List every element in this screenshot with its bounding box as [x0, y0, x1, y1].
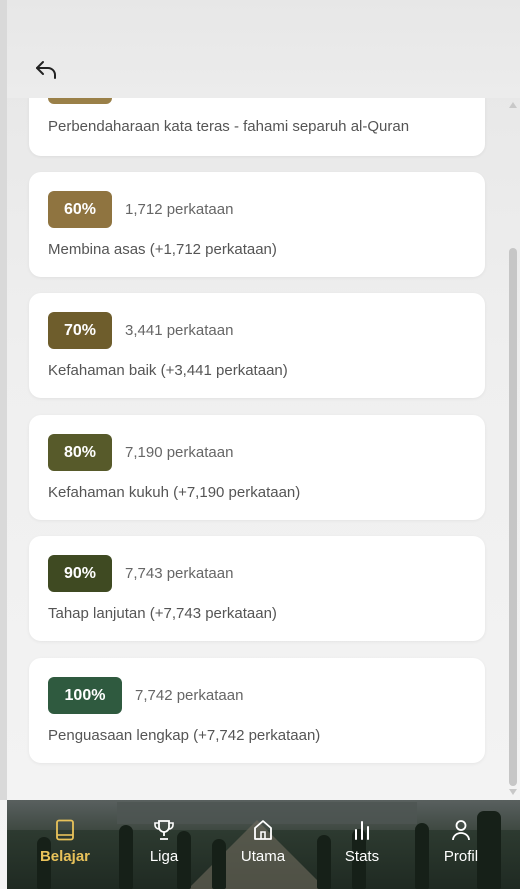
level-badge: 70%	[48, 312, 112, 349]
nav-item-stats[interactable]: Stats	[322, 818, 402, 874]
book-icon	[53, 818, 77, 842]
nav-label: Belajar	[39, 848, 91, 865]
level-card: 100% 7,742 perkataan Penguasaan lengkap …	[29, 658, 485, 763]
level-description: Kefahaman baik (+3,441 perkataan)	[48, 362, 288, 379]
nav-label: Stats	[344, 848, 380, 865]
nav-item-belajar[interactable]: Belajar	[25, 818, 105, 874]
home-icon	[251, 818, 275, 842]
nav-item-liga[interactable]: Liga	[124, 818, 204, 874]
scroll-up-arrow-icon[interactable]	[509, 102, 517, 108]
nav-item-profil[interactable]: Profil	[421, 818, 501, 874]
nav-label: Profil	[443, 848, 479, 865]
scrollbar[interactable]	[505, 98, 520, 800]
scroll-down-arrow-icon[interactable]	[509, 789, 517, 795]
level-description: Tahap lanjutan (+7,743 perkataan)	[48, 605, 277, 622]
level-card: Perbendaharaan kata teras - fahami separ…	[29, 98, 485, 156]
level-description: Kefahaman kukuh (+7,190 perkataan)	[48, 484, 301, 501]
level-word-count: 7,742 perkataan	[135, 687, 244, 704]
user-icon	[449, 818, 473, 842]
level-card: 90% 7,743 perkataan Tahap lanjutan (+7,7…	[29, 536, 485, 641]
level-badge: 100%	[48, 677, 122, 714]
header	[7, 0, 520, 98]
left-edge	[0, 0, 7, 800]
scrollbar-thumb[interactable]	[509, 248, 517, 786]
level-badge: 90%	[48, 555, 112, 592]
bar-chart-icon	[350, 818, 374, 842]
level-badge: 80%	[48, 434, 112, 471]
page: Perbendaharaan kata teras - fahami separ…	[0, 0, 520, 889]
level-word-count: 3,441 perkataan	[125, 322, 234, 339]
level-card: 70% 3,441 perkataan Kefahaman baik (+3,4…	[29, 293, 485, 398]
nav-label: Liga	[149, 848, 179, 865]
level-word-count: 7,743 perkataan	[125, 565, 234, 582]
bottom-nav: Belajar Liga Utama Stats Profil	[7, 800, 520, 889]
level-badge: 60%	[48, 191, 112, 228]
level-description: Perbendaharaan kata teras - fahami separ…	[48, 118, 410, 135]
nav-label: Utama	[240, 848, 286, 865]
level-word-count: 7,190 perkataan	[125, 444, 234, 461]
nav-item-utama[interactable]: Utama	[223, 818, 303, 874]
back-arrow-icon	[36, 61, 56, 79]
level-description: Membina asas (+1,712 perkataan)	[48, 241, 277, 258]
trophy-icon	[152, 818, 176, 842]
level-word-count: 1,712 perkataan	[125, 201, 234, 218]
back-button[interactable]	[33, 57, 59, 83]
level-badge	[48, 98, 112, 104]
level-description: Penguasaan lengkap (+7,742 perkataan)	[48, 727, 321, 744]
level-card: 80% 7,190 perkataan Kefahaman kukuh (+7,…	[29, 415, 485, 520]
levels-list[interactable]: Perbendaharaan kata teras - fahami separ…	[7, 98, 505, 800]
level-card: 60% 1,712 perkataan Membina asas (+1,712…	[29, 172, 485, 277]
